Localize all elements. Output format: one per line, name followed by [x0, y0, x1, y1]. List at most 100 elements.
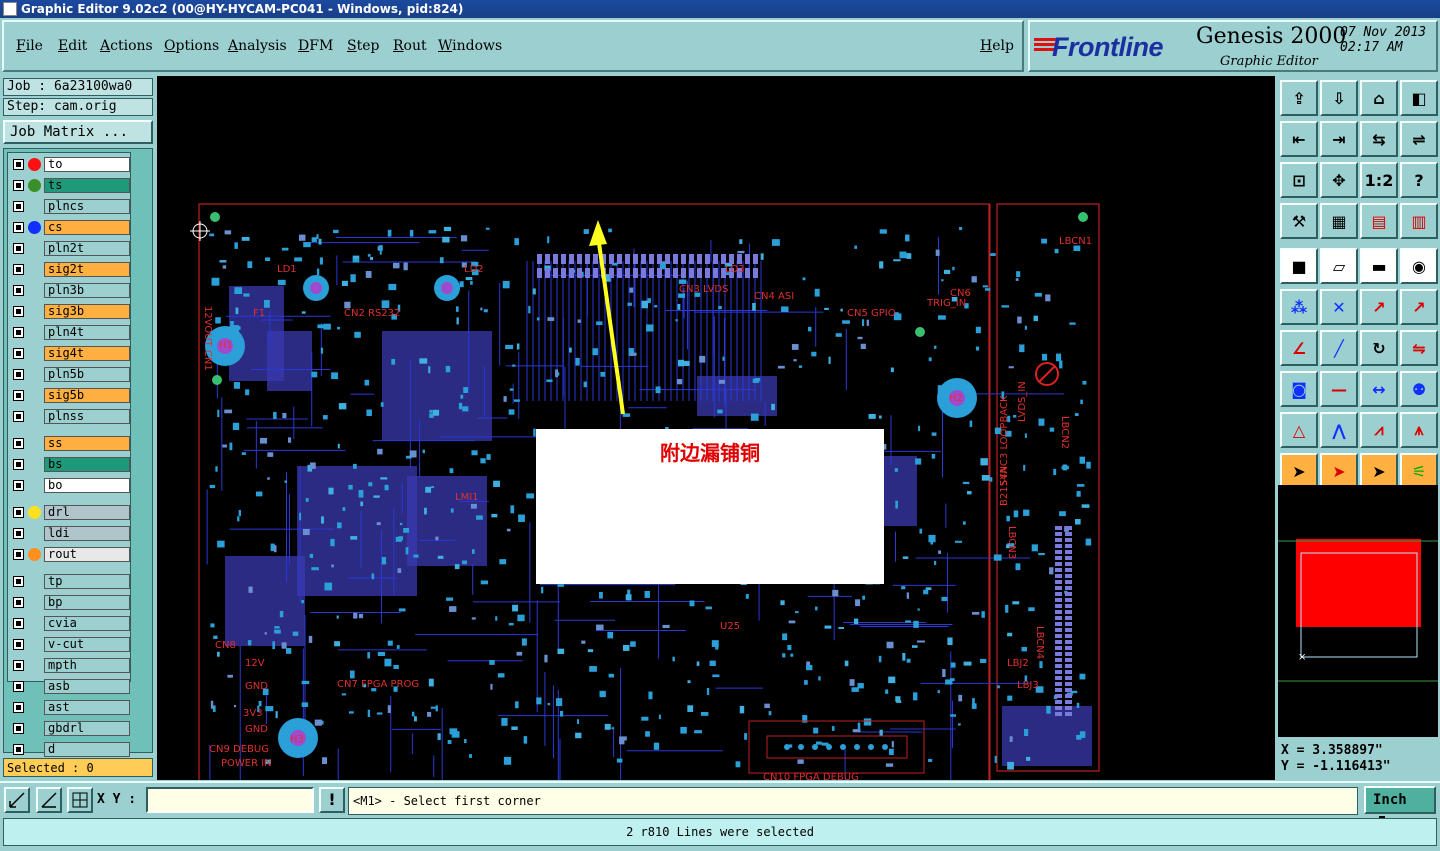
polygon-icon[interactable]: ⋀: [1320, 412, 1358, 448]
layer-checkbox[interactable]: [13, 369, 24, 380]
layer-name[interactable]: to: [44, 157, 130, 172]
layer-name[interactable]: ast: [44, 700, 130, 715]
menu-file[interactable]: File: [16, 38, 43, 54]
layer-row-pln4t[interactable]: pln4t: [10, 325, 130, 340]
overview-map[interactable]: ×: [1278, 485, 1438, 737]
layer-name[interactable]: sig4t: [44, 346, 130, 361]
layers-alt-icon[interactable]: ▥: [1400, 203, 1438, 239]
group-icon[interactable]: ⚉: [1400, 371, 1438, 407]
layer-name[interactable]: plncs: [44, 199, 130, 214]
layer-name[interactable]: pln4t: [44, 325, 130, 340]
zoom-fit-icon[interactable]: [4, 787, 30, 813]
layer-row-mpth[interactable]: mpth: [10, 658, 130, 673]
home-icon[interactable]: ⌂: [1360, 80, 1398, 116]
layer-name[interactable]: cvia: [44, 616, 130, 631]
layer-checkbox[interactable]: [13, 159, 24, 170]
route-icon[interactable]: ⚟: [1400, 453, 1438, 489]
triangle-icon[interactable]: △: [1280, 412, 1318, 448]
layer-row-sig4t[interactable]: sig4t: [10, 346, 130, 361]
layer-row-ast[interactable]: ast: [10, 700, 130, 715]
layer-checkbox[interactable]: [13, 480, 24, 491]
menu-help[interactable]: Help: [980, 38, 1014, 54]
layer-row-sig3b[interactable]: sig3b: [10, 304, 130, 319]
layer-row-bp[interactable]: bp: [10, 595, 130, 610]
layer-row-d[interactable]: d: [10, 742, 130, 757]
layer-row-gbdrl[interactable]: gbdrl: [10, 721, 130, 736]
layer-name[interactable]: asb: [44, 679, 130, 694]
layer-name[interactable]: plnss: [44, 409, 130, 424]
layer-checkbox[interactable]: [13, 660, 24, 671]
layer-checkbox[interactable]: [13, 390, 24, 401]
zoom-1to2-icon[interactable]: 1:2: [1360, 162, 1398, 198]
step-in-icon[interactable]: ⇤: [1280, 121, 1318, 157]
layer-checkbox[interactable]: [13, 507, 24, 518]
polygon-alt-icon[interactable]: ⩘: [1360, 412, 1398, 448]
menu-analysis[interactable]: Analysis: [228, 38, 287, 54]
help-icon[interactable]: ?: [1400, 162, 1438, 198]
layer-row-cs[interactable]: cs: [10, 220, 130, 235]
layer-row-sig2t[interactable]: sig2t: [10, 262, 130, 277]
polygon-cross-icon[interactable]: ⩚: [1400, 412, 1438, 448]
unit-selector[interactable]: Inch ▬: [1364, 786, 1436, 823]
layer-name[interactable]: ldi: [44, 526, 130, 541]
layer-checkbox[interactable]: [13, 285, 24, 296]
layer-row-ldi[interactable]: ldi: [10, 526, 130, 541]
draw-outline-icon[interactable]: ▱: [1320, 248, 1358, 284]
move-icon[interactable]: ↗: [1360, 289, 1398, 325]
layer-row-ts[interactable]: ts: [10, 178, 130, 193]
menu-dfm[interactable]: DFM: [298, 38, 333, 54]
layer-row-v-cut[interactable]: v-cut: [10, 637, 130, 652]
add-icon[interactable]: ↗: [1400, 289, 1438, 325]
zoom-in-icon[interactable]: ⊡: [1280, 162, 1318, 198]
measure-icon[interactable]: [36, 787, 62, 813]
job-matrix-button[interactable]: Job Matrix ...: [3, 120, 153, 144]
alert-icon[interactable]: !: [319, 787, 345, 813]
layer-checkbox[interactable]: [13, 201, 24, 212]
layer-name[interactable]: rout: [44, 547, 130, 562]
layer-checkbox[interactable]: [13, 597, 24, 608]
graphics-canvas[interactable]: 12VOUT CN1 LD1 LD2 LD3 F1 H1 H2 H3 CN2 RS232 CN3 …: [157, 76, 1275, 780]
line-icon[interactable]: ╱: [1320, 330, 1358, 366]
measure-icon[interactable]: ↔: [1360, 371, 1398, 407]
ruler-icon[interactable]: ▬: [1360, 248, 1398, 284]
layer-checkbox[interactable]: [13, 411, 24, 422]
layer-checkbox[interactable]: [13, 702, 24, 713]
menu-options[interactable]: Options: [164, 38, 219, 54]
menu-rout[interactable]: Rout: [393, 38, 427, 54]
layer-name[interactable]: sig2t: [44, 262, 130, 277]
layer-name[interactable]: pln2t: [44, 241, 130, 256]
layer-row-drl[interactable]: drl: [10, 505, 130, 520]
layer-name[interactable]: sig3b: [44, 304, 130, 319]
layer-name[interactable]: tp: [44, 574, 130, 589]
layer-checkbox[interactable]: [13, 576, 24, 587]
layer-name[interactable]: mpth: [44, 658, 130, 673]
pan-right-icon[interactable]: ⇌: [1400, 121, 1438, 157]
mirror-icon[interactable]: ⇋: [1400, 330, 1438, 366]
layer-checkbox[interactable]: [13, 243, 24, 254]
layer-row-bs[interactable]: bs: [10, 457, 130, 472]
layer-name[interactable]: bp: [44, 595, 130, 610]
layer-row-tp[interactable]: tp: [10, 574, 130, 589]
layer-name[interactable]: sig5b: [44, 388, 130, 403]
layer-row-plnss[interactable]: plnss: [10, 409, 130, 424]
layer-checkbox[interactable]: [13, 681, 24, 692]
layer-checkbox[interactable]: [13, 438, 24, 449]
layer-checkbox[interactable]: [13, 306, 24, 317]
layer-name[interactable]: pln3b: [44, 283, 130, 298]
layer-checkbox[interactable]: [13, 723, 24, 734]
layer-row-ss[interactable]: ss: [10, 436, 130, 451]
layer-name[interactable]: d: [44, 742, 130, 757]
pan-left-icon[interactable]: ⇆: [1360, 121, 1398, 157]
layer-name[interactable]: ts: [44, 178, 130, 193]
menu-step[interactable]: Step: [347, 38, 379, 54]
select-point-icon[interactable]: ➤: [1360, 453, 1398, 489]
layer-checkbox[interactable]: [13, 348, 24, 359]
snap-point-icon[interactable]: ◉: [1400, 248, 1438, 284]
layer-row-cvia[interactable]: cvia: [10, 616, 130, 631]
layer-checkbox[interactable]: [13, 180, 24, 191]
layer-checkbox[interactable]: [13, 618, 24, 629]
layer-row-pln5b[interactable]: pln5b: [10, 367, 130, 382]
save-icon[interactable]: ⇩: [1320, 80, 1358, 116]
layer-row-pln3b[interactable]: pln3b: [10, 283, 130, 298]
layer-name[interactable]: pln5b: [44, 367, 130, 382]
